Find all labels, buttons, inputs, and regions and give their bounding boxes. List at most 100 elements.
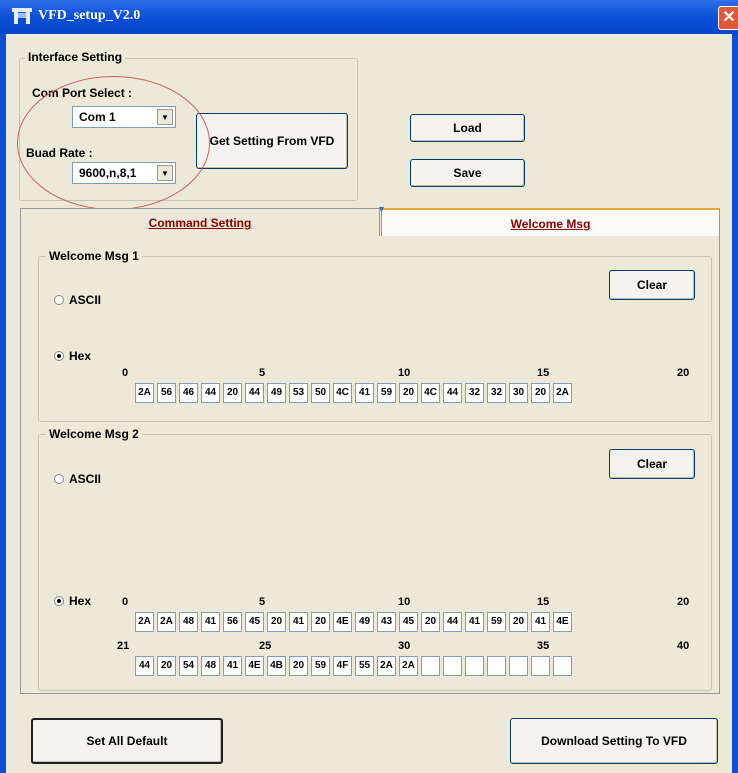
msg2-hex-row1-cell[interactable]: 59 [487, 612, 506, 632]
msg2-hex-cells-row-1: 2A 2A 48 41 56 45 20 41 20 4E 49 43 45 20 44 41 59 20 41 4E [135, 612, 575, 632]
tick-label: 5 [259, 596, 266, 608]
clear-button-2[interactable]: Clear [609, 449, 695, 479]
msg2-hex-row2-cell[interactable] [421, 656, 440, 676]
set-all-default-button[interactable]: Set All Default [31, 718, 223, 764]
window-frame-left [0, 34, 6, 773]
msg1-hex-cell[interactable]: 50 [311, 383, 330, 403]
msg2-hex-row2-cell[interactable]: 4B [267, 656, 286, 676]
msg2-hex-row2-cell[interactable] [509, 656, 528, 676]
ascii-radio-1[interactable] [54, 295, 64, 305]
load-button[interactable]: Load [410, 114, 525, 142]
window-title: VFD_setup_V2.0 [38, 8, 141, 23]
msg1-hex-cell[interactable]: 20 [223, 383, 242, 403]
clear-label-1: Clear [636, 278, 668, 292]
msg2-hex-row1-cell[interactable]: 49 [355, 612, 374, 632]
msg2-hex-row2-cell[interactable]: 2A [399, 656, 418, 676]
msg2-hex-row2-cell[interactable]: 41 [223, 656, 242, 676]
tick-label: 0 [122, 596, 129, 608]
close-button[interactable]: ✕ [718, 6, 738, 30]
msg2-hex-row1-cell[interactable]: 41 [531, 612, 550, 632]
msg2-hex-row2-cell[interactable]: 59 [311, 656, 330, 676]
get-setting-label: Get Setting From VFD [209, 134, 335, 148]
close-icon: ✕ [722, 9, 736, 26]
download-setting-button[interactable]: Download Setting To VFD [510, 718, 718, 764]
msg2-hex-row1-cell[interactable]: 2A [157, 612, 176, 632]
msg2-hex-row1-cell[interactable]: 4E [333, 612, 352, 632]
msg1-hex-cell[interactable]: 44 [201, 383, 220, 403]
msg2-hex-row1-cell[interactable]: 48 [179, 612, 198, 632]
msg2-hex-row2-cell[interactable] [487, 656, 506, 676]
msg2-hex-row2-cell[interactable]: 2A [377, 656, 396, 676]
msg2-hex-row1-cell[interactable]: 2A [135, 612, 154, 632]
set-all-default-label: Set All Default [86, 734, 168, 748]
msg2-hex-row1-cell[interactable]: 44 [443, 612, 462, 632]
msg2-hex-row2-cell[interactable] [443, 656, 462, 676]
save-label: Save [453, 166, 482, 180]
msg2-hex-row2-cell[interactable]: 20 [289, 656, 308, 676]
tick-label: 21 [117, 640, 130, 652]
msg2-hex-row2-cell[interactable]: 55 [355, 656, 374, 676]
tick-label: 30 [398, 640, 411, 652]
msg1-hex-cell[interactable]: 41 [355, 383, 374, 403]
msg2-hex-row2-cell[interactable]: 48 [201, 656, 220, 676]
msg2-hex-row2-cell[interactable] [531, 656, 550, 676]
msg2-hex-row1-cell[interactable]: 56 [223, 612, 242, 632]
msg2-hex-row1-cell[interactable]: 20 [311, 612, 330, 632]
msg1-hex-cell[interactable]: 32 [487, 383, 506, 403]
tick-label: 20 [677, 596, 690, 608]
msg2-hex-row2-cell[interactable]: 4E [245, 656, 264, 676]
msg1-hex-cells: 2A 56 46 44 20 44 49 53 50 4C 41 59 20 4C 44 32 32 30 20 2A [135, 383, 575, 403]
msg2-hex-row1-cell[interactable]: 45 [399, 612, 418, 632]
save-button[interactable]: Save [410, 159, 525, 187]
clear-button-1[interactable]: Clear [609, 270, 695, 300]
msg2-hex-row2-cell[interactable]: 44 [135, 656, 154, 676]
msg2-hex-row2-cell[interactable]: 20 [157, 656, 176, 676]
msg1-hex-cell[interactable]: 20 [531, 383, 550, 403]
msg2-hex-row1-cell[interactable]: 41 [465, 612, 484, 632]
ascii-radio-2[interactable] [54, 474, 64, 484]
msg1-hex-cell[interactable]: 30 [509, 383, 528, 403]
msg1-hex-cell[interactable]: 59 [377, 383, 396, 403]
msg1-hex-cell[interactable]: 4C [421, 383, 440, 403]
tab-welcome-msg[interactable]: Welcome Msg [381, 208, 720, 236]
title-bar[interactable]: VFD_setup_V2.0 ✕ [0, 0, 738, 34]
hex-radio-2[interactable] [54, 596, 64, 606]
msg2-hex-row2-cell[interactable] [465, 656, 484, 676]
msg2-hex-row2-cell[interactable]: 54 [179, 656, 198, 676]
msg1-hex-cell[interactable]: 32 [465, 383, 484, 403]
welcome-msg-1-label: Welcome Msg 1 [46, 249, 142, 263]
msg2-hex-row2-cell[interactable] [553, 656, 572, 676]
get-setting-button[interactable]: Get Setting From VFD [196, 113, 348, 169]
msg2-hex-row1-cell[interactable]: 20 [509, 612, 528, 632]
tick-label: 35 [537, 640, 550, 652]
msg1-hex-cell[interactable]: 46 [179, 383, 198, 403]
msg2-hex-row1-cell[interactable]: 4E [553, 612, 572, 632]
tick-label: 15 [537, 596, 550, 608]
msg1-hex-cell[interactable]: 4C [333, 383, 352, 403]
msg1-hex-cell[interactable]: 44 [245, 383, 264, 403]
msg2-hex-row1-cell[interactable]: 41 [201, 612, 220, 632]
msg1-hex-cell[interactable]: 56 [157, 383, 176, 403]
msg2-hex-row1-cell[interactable]: 20 [421, 612, 440, 632]
clear-label-2: Clear [636, 457, 668, 471]
tick-label: 5 [259, 367, 266, 379]
msg2-hex-row1-cell[interactable]: 41 [289, 612, 308, 632]
msg1-hex-cell[interactable]: 53 [289, 383, 308, 403]
app-icon [12, 8, 32, 24]
load-label: Load [453, 121, 482, 135]
msg2-hex-cells-row-2: 44 20 54 48 41 4E 4B 20 59 4F 55 2A 2A [135, 656, 575, 676]
ascii-label-2: ASCII [69, 472, 102, 486]
tab-marker-icon: ▼ [377, 204, 386, 214]
msg2-hex-row1-cell[interactable]: 45 [245, 612, 264, 632]
hex-radio-1[interactable] [54, 351, 64, 361]
msg2-hex-row1-cell[interactable]: 20 [267, 612, 286, 632]
msg1-hex-cell[interactable]: 2A [135, 383, 154, 403]
msg1-hex-cell[interactable]: 44 [443, 383, 462, 403]
msg1-hex-cell[interactable]: 2A [553, 383, 572, 403]
welcome-msg-2-label: Welcome Msg 2 [46, 427, 142, 441]
msg1-hex-cell[interactable]: 49 [267, 383, 286, 403]
msg2-hex-row2-cell[interactable]: 4F [333, 656, 352, 676]
msg2-hex-row1-cell[interactable]: 43 [377, 612, 396, 632]
tab-command-setting[interactable]: Command Setting [20, 208, 380, 236]
msg1-hex-cell[interactable]: 20 [399, 383, 418, 403]
